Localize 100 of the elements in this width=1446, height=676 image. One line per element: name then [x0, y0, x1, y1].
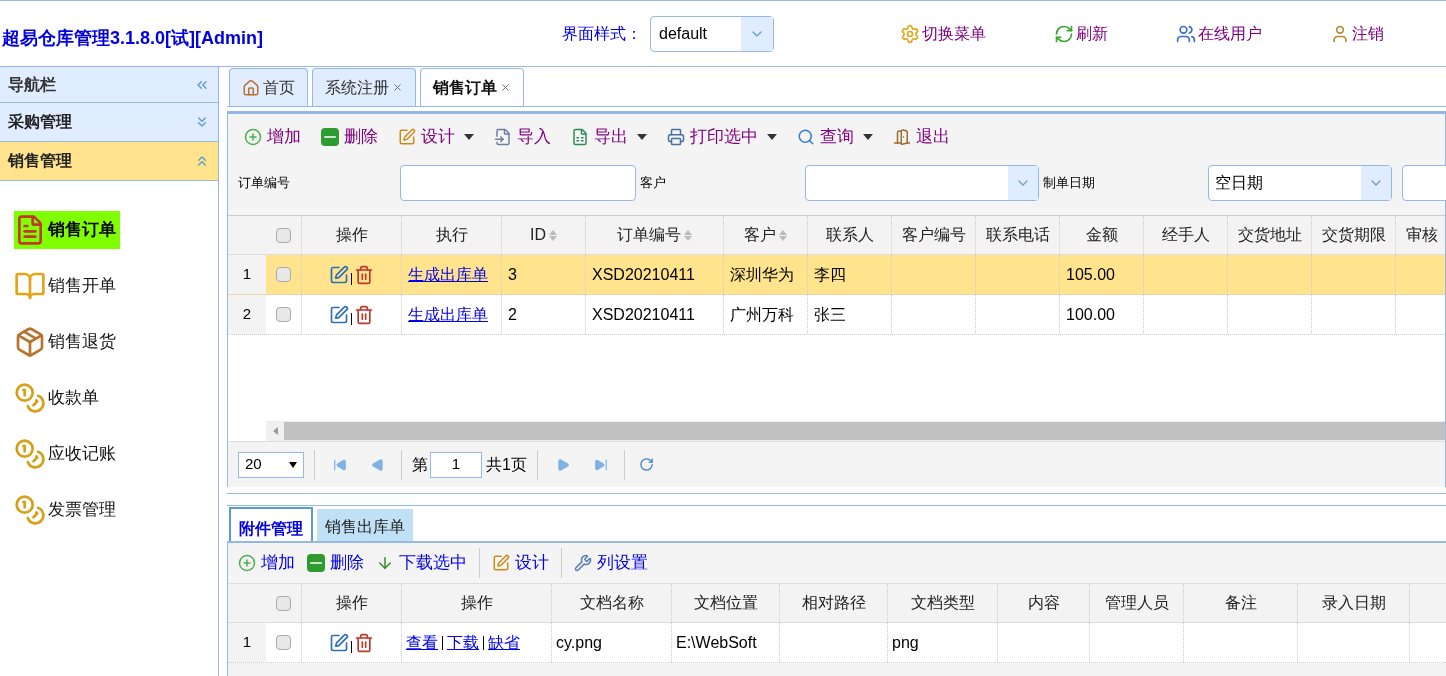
header-action[interactable]: 在线用户 [1176, 21, 1262, 46]
sidebar-item[interactable]: 发票管理 [14, 491, 120, 529]
table-row[interactable]: 1 生成出库单 3 XSD20210411 深圳华为 李四 105.00 [228, 255, 1445, 295]
column-header[interactable]: 订单编号 [586, 216, 724, 254]
column-header[interactable]: 操作 [302, 216, 402, 254]
column-header[interactable]: 相对路径 [780, 584, 888, 622]
filter-label: 客户 [640, 174, 667, 193]
row-checkbox[interactable] [276, 227, 291, 243]
column-header[interactable]: 操作 [402, 584, 552, 622]
column-header[interactable]: 文档名称 [552, 584, 672, 622]
table-row[interactable]: 2 生成出库单 2 XSD20210411 广州万科 张三 100.00 [228, 295, 1445, 335]
column-header[interactable]: 审核 [1396, 216, 1446, 254]
minus-bar-icon [307, 554, 325, 572]
page-tab[interactable]: 系统注册 [312, 68, 416, 106]
column-header[interactable]: 执行 [402, 216, 502, 254]
table-cell-text: png [892, 632, 919, 653]
refresh-icon [1054, 23, 1074, 44]
door-icon [893, 127, 911, 146]
download-icon [376, 554, 394, 572]
toolbar-button[interactable]: 增加 [244, 123, 301, 150]
detail-tab[interactable]: 销售出库单 [317, 509, 413, 541]
trash-icon[interactable] [354, 304, 374, 325]
filter-select[interactable]: 空日期 [1208, 165, 1392, 201]
previous-page-icon[interactable] [371, 457, 385, 472]
sidebar-group[interactable]: 销售管理 [0, 142, 218, 181]
column-header[interactable]: 交货期限 [1312, 216, 1396, 254]
column-header[interactable]: 文档位置 [672, 584, 780, 622]
sidebar-group[interactable]: 采购管理 [0, 103, 218, 142]
horizontal-scrollbar[interactable] [266, 421, 1445, 441]
column-header[interactable]: 文档类型 [888, 584, 998, 622]
toolbar-button[interactable]: 增加 [238, 550, 295, 576]
column-header[interactable]: 内容 [998, 584, 1090, 622]
toolbar-button[interactable]: 导出 [571, 123, 647, 150]
toolbar-button[interactable]: 退出 [893, 123, 950, 150]
create-outbound-link[interactable]: 生成出库单 [408, 302, 488, 327]
next-page-icon[interactable] [555, 457, 570, 472]
toolbar-button[interactable]: 打印选中 [667, 123, 777, 150]
toolbar-button[interactable]: 设计 [398, 123, 474, 150]
spreadsheet-icon [571, 127, 589, 146]
column-header[interactable]: 经手人 [1144, 216, 1228, 254]
toolbar-button[interactable]: 下载选中 [376, 550, 467, 576]
header-action[interactable]: 注销 [1330, 21, 1384, 46]
style-select[interactable]: default [650, 15, 774, 52]
page-input[interactable]: 1 [430, 451, 482, 478]
last-page-icon[interactable] [593, 457, 608, 472]
column-header[interactable]: 金额 [1060, 216, 1144, 254]
column-header[interactable]: 备注 [1184, 584, 1298, 622]
toolbar-button[interactable]: 导入 [494, 123, 551, 150]
table-cell-text: 2 [508, 304, 517, 325]
reload-icon[interactable] [638, 457, 654, 472]
sidebar-item[interactable]: 应收记账 [14, 435, 120, 473]
sidebar-item[interactable]: 销售订单 [14, 211, 120, 249]
create-outbound-link[interactable]: 生成出库单 [408, 262, 488, 287]
filter-input[interactable] [1402, 165, 1446, 201]
edit-icon[interactable] [329, 264, 349, 285]
row-checkbox[interactable] [276, 267, 291, 282]
toolbar-button[interactable]: 列设置 [574, 550, 648, 576]
filter-label: 制单日期 [1043, 174, 1096, 193]
filter-input[interactable] [400, 165, 636, 201]
column-header[interactable]: ID [502, 216, 586, 254]
row-number: 2 [228, 295, 266, 334]
page-tab[interactable]: 销售订单 [420, 68, 524, 106]
edit-icon[interactable] [329, 632, 349, 653]
toolbar-button[interactable]: 设计 [492, 550, 549, 576]
header-action[interactable]: 刷新 [1054, 21, 1108, 46]
column-header[interactable]: 录入日期 [1298, 584, 1410, 622]
column-header[interactable]: 客户编号 [892, 216, 976, 254]
trash-icon[interactable] [354, 264, 374, 285]
first-page-icon[interactable] [333, 457, 347, 472]
file-link[interactable]: 下载 [447, 630, 479, 655]
sidebar-item[interactable]: 销售开单 [14, 267, 120, 305]
column-header[interactable]: 联系人 [808, 216, 892, 254]
file-link[interactable]: 查看 [406, 630, 438, 655]
page-size-select[interactable]: 20 [238, 451, 304, 478]
column-header[interactable]: 交货地址 [1228, 216, 1312, 254]
toolbar-button[interactable]: 删除 [321, 123, 378, 150]
close-icon[interactable] [500, 82, 511, 93]
file-link[interactable]: 缺省 [488, 630, 520, 655]
sidebar-title: 导航栏 [8, 74, 56, 95]
column-header[interactable]: 联系电话 [976, 216, 1060, 254]
table-row[interactable]: 1 查看 下载 缺省 cy.png E:\WebSoft png [228, 623, 1446, 663]
toolbar-button[interactable]: 删除 [307, 550, 364, 576]
trash-icon[interactable] [354, 632, 374, 653]
toolbar-button[interactable]: 查询 [797, 123, 873, 150]
table-cell-text: 100.00 [1066, 304, 1115, 325]
column-header[interactable]: 客户 [724, 216, 808, 254]
page-tab[interactable]: 首页 [229, 68, 308, 106]
filter-select[interactable] [805, 165, 1039, 201]
sidebar-item[interactable]: 收款单 [14, 379, 103, 417]
header-action[interactable]: 切换菜单 [900, 21, 986, 46]
row-checkbox[interactable] [276, 307, 291, 322]
row-checkbox[interactable] [276, 595, 291, 611]
edit-icon[interactable] [329, 304, 349, 325]
column-header[interactable]: 操作 [302, 584, 402, 622]
sidebar-item[interactable]: 销售退货 [14, 323, 120, 361]
column-header[interactable]: 管理人员 [1090, 584, 1184, 622]
separator-bar [351, 272, 352, 285]
close-icon[interactable] [392, 82, 403, 93]
detail-tab[interactable]: 附件管理 [229, 507, 313, 541]
row-checkbox[interactable] [276, 635, 291, 650]
